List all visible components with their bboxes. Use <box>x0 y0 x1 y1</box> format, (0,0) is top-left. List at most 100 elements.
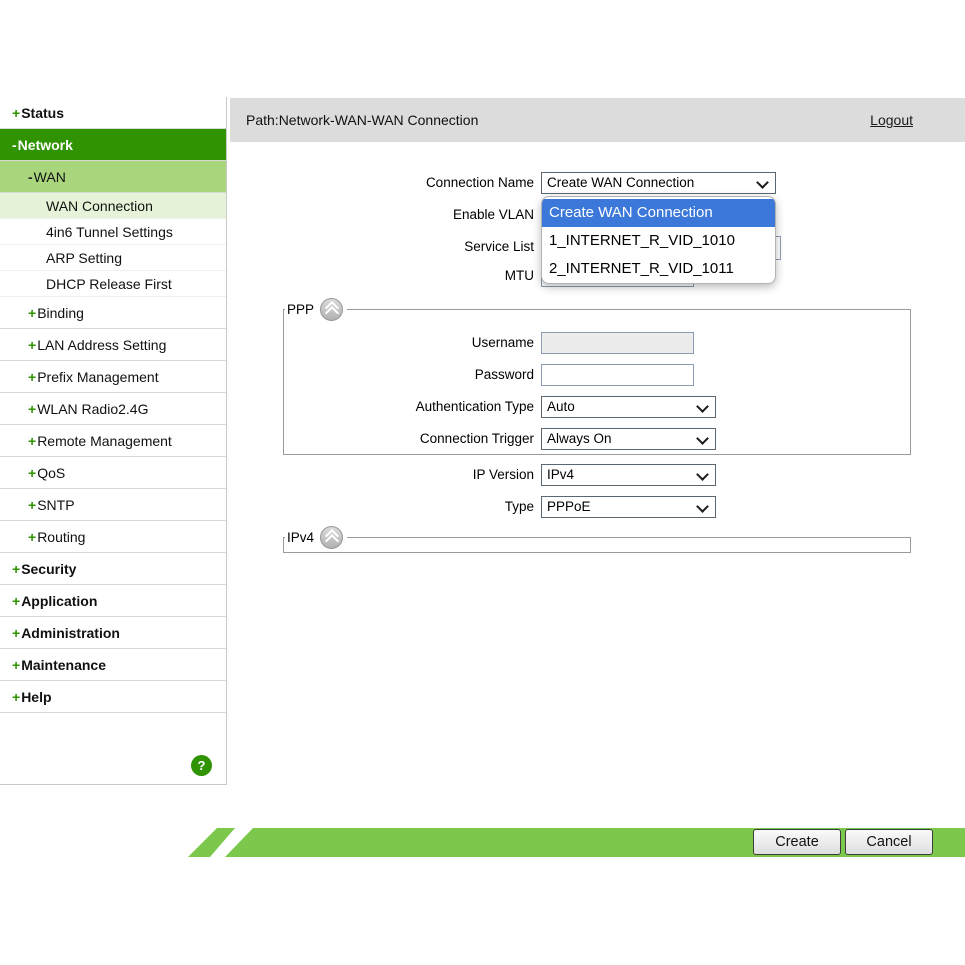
ipv4-legend: IPv4 <box>285 525 347 550</box>
expand-icon: + <box>12 625 20 641</box>
ipv4-legend-label: IPv4 <box>287 530 314 545</box>
ppp-legend: PPP <box>285 297 347 322</box>
sidebar-item-label: 4in6 Tunnel Settings <box>46 224 173 240</box>
sidebar-item-label: Security <box>21 561 76 577</box>
sidebar-item-label: LAN Address Setting <box>37 337 166 353</box>
dropdown-option-internet-r-vid-1011[interactable]: 2_INTERNET_R_VID_1011 <box>542 255 775 283</box>
sidebar-item-status[interactable]: + Status <box>0 97 226 129</box>
expand-icon: + <box>28 433 36 449</box>
help-icon[interactable]: ? <box>191 755 212 776</box>
sidebar-item-label: Help <box>21 689 51 705</box>
expand-icon: + <box>12 105 20 121</box>
sidebar-item-label: QoS <box>37 465 65 481</box>
connection-trigger-row: Connection Trigger Always On <box>228 428 965 450</box>
sidebar-item-label: DHCP Release First <box>46 276 172 292</box>
sidebar-item-label: Remote Management <box>37 433 172 449</box>
sidebar-item-network[interactable]: - Network <box>0 129 226 161</box>
ip-version-select[interactable]: IPv4 <box>541 464 716 486</box>
sidebar-item-label: ARP Setting <box>46 250 122 266</box>
sidebar-item-arp-setting[interactable]: ARP Setting <box>0 245 226 271</box>
ppp-legend-label: PPP <box>287 302 314 317</box>
service-list-label: Service List <box>228 236 534 258</box>
expand-icon: + <box>28 369 36 385</box>
password-input[interactable] <box>541 364 694 386</box>
collapse-section-button[interactable] <box>320 298 343 321</box>
expand-icon: + <box>28 305 36 321</box>
sidebar-item-wan-connection[interactable]: WAN Connection <box>0 193 226 219</box>
sidebar-item-security[interactable]: + Security <box>0 553 226 585</box>
chevron-down-icon <box>696 432 709 445</box>
dropdown-option-internet-r-vid-1010[interactable]: 1_INTERNET_R_VID_1010 <box>542 227 775 255</box>
breadcrumb: Path:Network-WAN-WAN Connection <box>246 112 478 128</box>
sidebar-item-label: SNTP <box>37 497 74 513</box>
connection-trigger-value: Always On <box>547 431 612 446</box>
ipv4-section: IPv4 <box>283 537 911 553</box>
mtu-label: MTU <box>228 265 534 287</box>
expand-icon: + <box>28 529 36 545</box>
expand-icon: + <box>12 689 20 705</box>
chevron-down-icon <box>696 500 709 513</box>
sidebar-item-binding[interactable]: + Binding <box>0 297 226 329</box>
chevron-down-icon <box>696 468 709 481</box>
expand-icon: + <box>28 401 36 417</box>
type-select[interactable]: PPPoE <box>541 496 716 518</box>
connection-name-select[interactable]: Create WAN Connection <box>541 172 776 194</box>
connection-name-row: Connection Name Create WAN Connection <box>228 172 965 194</box>
expand-icon: + <box>28 465 36 481</box>
sidebar-item-label: Status <box>21 105 64 121</box>
sidebar-item-label: Network <box>18 137 73 153</box>
create-button[interactable]: Create <box>753 829 841 855</box>
chevron-down-icon <box>756 176 769 189</box>
expand-icon: + <box>12 657 20 673</box>
enable-vlan-label: Enable VLAN <box>228 204 534 226</box>
username-input[interactable] <box>541 332 694 354</box>
logout-link[interactable]: Logout <box>870 112 913 128</box>
connection-trigger-select[interactable]: Always On <box>541 428 716 450</box>
expand-icon: + <box>12 593 20 609</box>
sidebar-item-qos[interactable]: + QoS <box>0 457 226 489</box>
username-row: Username <box>228 332 965 354</box>
sidebar-item-wan[interactable]: - WAN <box>0 161 226 193</box>
router-admin-page: Path:Network-WAN-WAN Connection Logout +… <box>0 0 965 965</box>
chevron-down-icon <box>696 400 709 413</box>
sidebar-item-remote-management[interactable]: + Remote Management <box>0 425 226 457</box>
sidebar-item-label: WAN <box>34 169 66 185</box>
sidebar-item-administration[interactable]: + Administration <box>0 617 226 649</box>
sidebar-item-label: Prefix Management <box>37 369 158 385</box>
ip-version-label: IP Version <box>228 464 534 486</box>
sidebar-item-application[interactable]: + Application <box>0 585 226 617</box>
password-row: Password <box>228 364 965 386</box>
sidebar-item-prefix-management[interactable]: + Prefix Management <box>0 361 226 393</box>
breadcrumb-bar: Path:Network-WAN-WAN Connection Logout <box>230 98 965 142</box>
dropdown-option-create-wan-connection[interactable]: Create WAN Connection <box>542 199 775 227</box>
connection-name-value: Create WAN Connection <box>547 175 694 190</box>
sidebar-item-label: Application <box>21 593 97 609</box>
sidebar-item-lan-address-setting[interactable]: + LAN Address Setting <box>0 329 226 361</box>
sidebar-item-dhcp-release-first[interactable]: DHCP Release First <box>0 271 226 297</box>
cancel-button[interactable]: Cancel <box>845 829 933 855</box>
ip-version-value: IPv4 <box>547 467 574 482</box>
collapse-icon: - <box>28 169 33 185</box>
type-label: Type <box>228 496 534 518</box>
sidebar-item-routing[interactable]: + Routing <box>0 521 226 553</box>
sidebar-item-label: WLAN Radio2.4G <box>37 401 148 417</box>
sidebar-item-label: WAN Connection <box>46 198 153 214</box>
authentication-type-value: Auto <box>547 399 575 414</box>
type-value: PPPoE <box>547 499 591 514</box>
collapse-icon: - <box>12 137 17 153</box>
type-row: Type PPPoE <box>228 496 965 518</box>
username-label: Username <box>228 332 534 354</box>
connection-name-label: Connection Name <box>228 172 534 194</box>
footer-accent-stripe <box>188 828 235 857</box>
sidebar-item-wlan-radio24g[interactable]: + WLAN Radio2.4G <box>0 393 226 425</box>
sidebar-item-sntp[interactable]: + SNTP <box>0 489 226 521</box>
expand-icon: + <box>12 561 20 577</box>
sidebar-item-maintenance[interactable]: + Maintenance <box>0 649 226 681</box>
expand-icon: + <box>28 337 36 353</box>
authentication-type-select[interactable]: Auto <box>541 396 716 418</box>
collapse-section-button[interactable] <box>320 526 343 549</box>
authentication-type-label: Authentication Type <box>228 396 534 418</box>
sidebar-item-4in6-tunnel-settings[interactable]: 4in6 Tunnel Settings <box>0 219 226 245</box>
sidebar-item-help[interactable]: + Help <box>0 681 226 713</box>
sidebar-item-label: Binding <box>37 305 84 321</box>
